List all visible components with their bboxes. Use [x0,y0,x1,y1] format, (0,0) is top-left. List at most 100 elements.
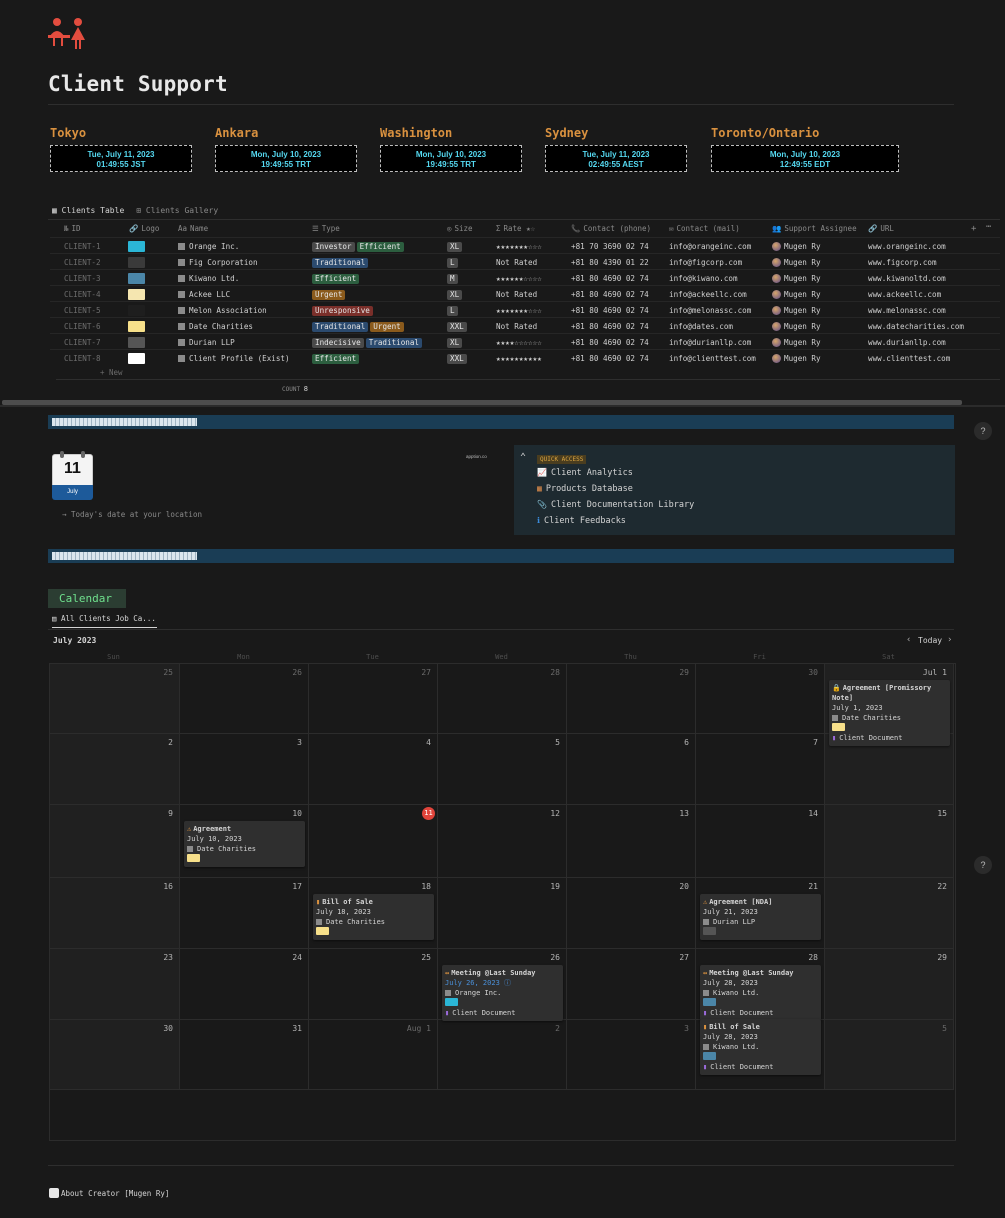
table-row[interactable]: CLIENT-7 Durian LLP Indecisive Traditional X… [50,333,1000,349]
calendar-day-cell[interactable]: 27 [567,949,696,1020]
table-row[interactable]: CLIENT-4 Ackee LLC Urgent XL Not Rated +81 80… [50,285,1000,301]
calendar-day-cell[interactable]: 25 [309,949,438,1020]
client-mail[interactable]: info@ackeellc.com [669,290,747,299]
quick-access-link[interactable]: 📎 Client Documentation Library [537,500,694,510]
calendar-day-cell[interactable]: 11 [309,805,438,878]
column-header[interactable]: № ID [64,224,81,233]
today-button[interactable]: Today [918,636,942,645]
calendar-day-cell[interactable]: 3 [180,734,309,805]
calendar-day-cell[interactable]: 31 [180,1020,309,1090]
tab-all-clients-job-calendar[interactable]: ▤ All Clients Job Ca... [52,614,157,628]
calendar-day-cell[interactable]: 6 [567,734,696,805]
client-url[interactable]: www.kiwanoltd.com [868,274,946,283]
client-url[interactable]: www.figcorp.com [868,258,937,267]
tab-clients-table[interactable]: ▦ Clients Table [50,204,127,220]
calendar-day-cell[interactable]: 4 [309,734,438,805]
support-assignee[interactable]: Mugen Ry [772,258,821,267]
column-header[interactable]: 🔗 Logo [129,224,159,233]
calendar-day-cell[interactable]: 17 [180,878,309,949]
client-url[interactable]: www.orangeinc.com [868,242,946,251]
client-mail[interactable]: info@orangeinc.com [669,242,751,251]
about-creator-link[interactable]: About Creator [Mugen Ry] [49,1188,169,1198]
calendar-day-cell[interactable]: 5 [825,1020,954,1090]
support-assignee[interactable]: Mugen Ry [772,354,821,363]
client-name[interactable]: Melon Association [178,306,267,315]
client-url[interactable]: www.durianllp.com [868,338,946,347]
client-phone[interactable]: +81 80 4690 02 74 [571,306,649,315]
table-row[interactable]: CLIENT-1 Orange Inc. Investor Efficient XL ★★… [50,237,1000,253]
help-button-2[interactable]: ? [974,856,992,874]
client-name[interactable]: Ackee LLC [178,290,230,299]
calendar-day-cell[interactable]: 23 [50,949,180,1020]
support-assignee[interactable]: Mugen Ry [772,338,821,347]
table-row[interactable]: CLIENT-6 Date Charities Traditional Urgent X… [50,317,1000,333]
calendar-day-cell[interactable]: 22 [825,878,954,949]
calendar-day-cell[interactable]: 29 [825,949,954,1020]
calendar-event-card[interactable]: ↔ Meeting @Last Sunday July 28, 2023 Kiwano… [700,965,821,1021]
client-phone[interactable]: +81 80 4690 02 74 [571,274,649,283]
column-header[interactable]: ✉ Contact (mail) [669,224,740,233]
column-header[interactable]: 🔗 URL [868,224,894,233]
client-mail[interactable]: info@clienttest.com [669,354,756,363]
table-row[interactable]: CLIENT-3 Kiwano Ltd. Efficient M ★★★★★★☆☆☆☆ +… [50,269,1000,285]
client-url[interactable]: www.datecharities.com [868,322,964,331]
client-name[interactable]: Kiwano Ltd. [178,274,239,283]
client-url[interactable]: www.ackeellc.com [868,290,941,299]
calendar-day-cell[interactable]: 15 [825,805,954,878]
column-header[interactable]: Aa Name [178,224,208,233]
quick-access-link[interactable]: ℹ Client Feedbacks [537,516,626,526]
support-assignee[interactable]: Mugen Ry [772,274,821,283]
calendar-day-cell[interactable]: 26 [180,664,309,734]
calendar-event-card[interactable]: ▮ Bill of Sale July 28, 2023 Kiwano Ltd. ▮ Cl… [700,1019,821,1075]
add-column-button[interactable]: + [971,224,976,234]
support-assignee[interactable]: Mugen Ry [772,290,821,299]
calendar-day-cell[interactable]: 13 [567,805,696,878]
table-row[interactable]: CLIENT-8 Client Profile (Exist) Efficient X… [50,349,1000,365]
calendar-day-cell[interactable]: 2 [438,1020,567,1090]
calendar-day-cell[interactable]: 28 [438,664,567,734]
calendar-day-cell[interactable]: 24 [180,949,309,1020]
column-header[interactable]: ☰ Type [312,224,340,233]
calendar-day-cell[interactable]: 27 [309,664,438,734]
tab-clients-gallery[interactable]: ⊞ Clients Gallery [134,204,220,220]
client-phone[interactable]: +81 80 4690 02 74 [571,338,649,347]
support-assignee[interactable]: Mugen Ry [772,306,821,315]
client-name[interactable]: Client Profile (Exist) [178,354,290,363]
support-assignee[interactable]: Mugen Ry [772,242,821,251]
calendar-event-card[interactable]: 🔒 Agreement [Promissory Note] July 1, 2023… [829,680,950,746]
prev-month-icon[interactable]: ‹ [906,635,911,645]
client-url[interactable]: www.clienttest.com [868,354,950,363]
calendar-day-cell[interactable]: 30 [50,1020,180,1090]
support-assignee[interactable]: Mugen Ry [772,322,821,331]
calendar-day-cell[interactable]: 30 [696,664,825,734]
calendar-day-cell[interactable]: 2 [50,734,180,805]
calendar-day-cell[interactable]: 19 [438,878,567,949]
calendar-day-cell[interactable]: 14 [696,805,825,878]
client-phone[interactable]: +81 80 4690 02 74 [571,354,649,363]
calendar-day-cell[interactable]: 9 [50,805,180,878]
calendar-day-cell[interactable]: 12 [438,805,567,878]
client-name[interactable]: Date Charities [178,322,253,331]
client-mail[interactable]: info@dates.com [669,322,733,331]
column-header[interactable]: ◎ Size [447,224,473,233]
column-header[interactable]: 📞 Contact (phone) [571,224,651,233]
next-month-icon[interactable]: › [947,635,952,645]
new-row-button[interactable]: + New [100,368,123,377]
client-mail[interactable]: info@figcorp.com [669,258,742,267]
calendar-day-cell[interactable]: 25 [50,664,180,734]
more-options-icon[interactable]: ⋯ [986,222,991,232]
table-row[interactable]: CLIENT-5 Melon Association Unresponsive L ★★… [50,301,1000,317]
client-mail[interactable]: info@melonassc.com [669,306,751,315]
client-phone[interactable]: +81 80 4690 02 74 [571,290,649,299]
client-name[interactable]: Orange Inc. [178,242,239,251]
calendar-day-cell[interactable]: 16 [50,878,180,949]
column-header[interactable]: Σ Rate ★☆ [496,224,535,233]
client-name[interactable]: Durian LLP [178,338,235,347]
table-row[interactable]: CLIENT-2 Fig Corporation Traditional L Not R… [50,253,1000,269]
quick-access-link[interactable]: ▦ Products Database [537,484,633,494]
quick-access-link[interactable]: 📈 Client Analytics [537,468,633,478]
client-phone[interactable]: +81 80 4690 02 74 [571,322,649,331]
calendar-event-card[interactable]: ⚠ Agreement July 10, 2023 Date Charities [184,821,305,867]
help-button[interactable]: ? [974,422,992,440]
calendar-day-cell[interactable]: 29 [567,664,696,734]
